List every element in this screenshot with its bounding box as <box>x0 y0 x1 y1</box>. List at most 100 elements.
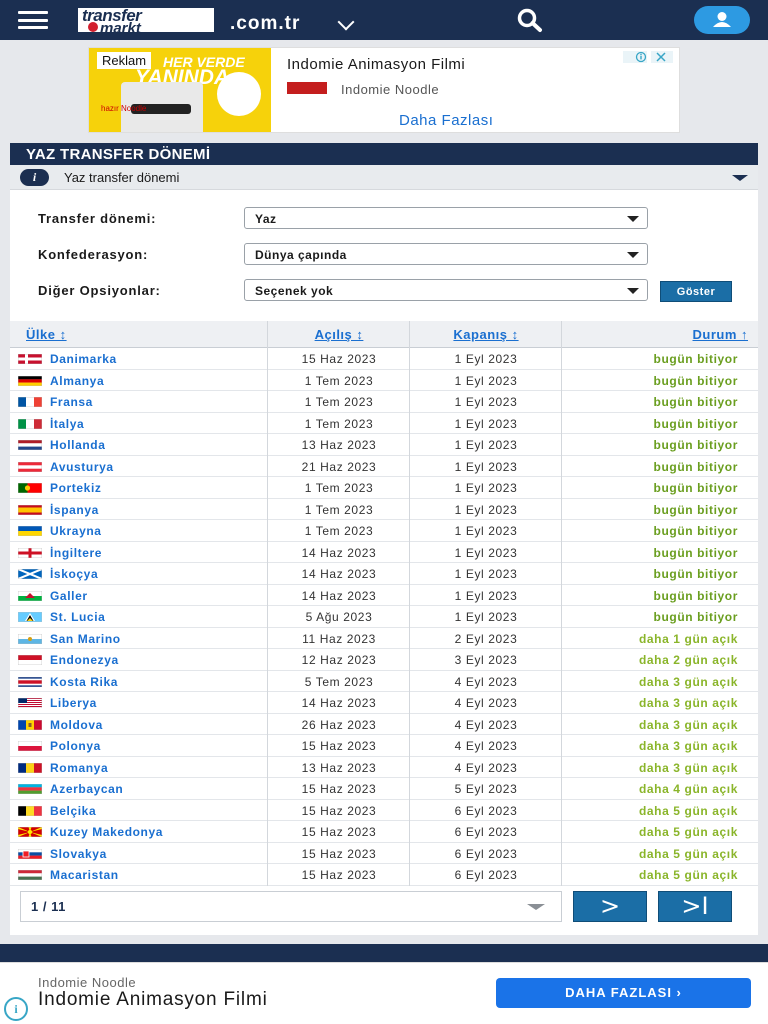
table-row[interactable]: Slovakya 15 Haz 2023 6 Eyl 2023 daha 5 gün … <box>10 843 758 864</box>
closing-date: 1 Eyl 2023 <box>454 588 518 603</box>
bottom-ad-advertiser: Indomie Noodle <box>38 975 137 990</box>
closing-date: 1 Eyl 2023 <box>454 567 518 581</box>
country-link[interactable]: İskoçya <box>50 567 98 581</box>
country-link[interactable]: Romanya <box>50 761 108 775</box>
country-link[interactable]: Azerbaycan <box>50 782 123 796</box>
ad-info-icon[interactable]: i <box>4 997 28 1021</box>
bottom-advertisement[interactable]: i Indomie Noodle Indomie Animasyon Filmi… <box>0 962 768 1024</box>
next-page-button[interactable]: > <box>573 891 647 922</box>
country-link[interactable]: Macaristan <box>50 868 119 882</box>
country-link[interactable]: İtalya <box>50 417 84 431</box>
top-advertisement[interactable]: HER VERDE YANINDA hazır Noodle Reklam In… <box>88 47 680 133</box>
closing-date: 1 Eyl 2023 <box>454 545 518 560</box>
chevron-down-icon[interactable] <box>337 13 355 31</box>
country-link[interactable]: Slovakya <box>50 847 107 861</box>
status-text: bugün bitiyor <box>653 438 738 452</box>
column-header-opening[interactable]: Açılış ↕ <box>268 327 410 342</box>
ad-choices-icon[interactable] <box>623 50 673 63</box>
table-row[interactable]: İtalya 1 Tem 2023 1 Eyl 2023 bugün bitiyor <box>10 413 758 434</box>
options-label: Diğer Opsiyonlar: <box>38 283 161 298</box>
table-row[interactable]: İspanya 1 Tem 2023 1 Eyl 2023 bugün bitiyor <box>10 499 758 520</box>
last-page-button[interactable]: >I <box>658 891 732 922</box>
table-row[interactable]: Macaristan 15 Haz 2023 6 Eyl 2023 daha 5 gü… <box>10 864 758 886</box>
column-header-status[interactable]: Durum ↑ <box>693 327 749 342</box>
country-link[interactable]: Liberya <box>50 696 97 710</box>
country-link[interactable]: Avusturya <box>50 460 114 474</box>
closing-date: 1 Eyl 2023 <box>454 481 518 495</box>
column-header-country[interactable]: Ülke ↕ <box>26 327 67 342</box>
collapse-caret-icon[interactable] <box>732 175 748 181</box>
table-row[interactable]: Polonya 15 Haz 2023 4 Eyl 2023 daha 3 gün a… <box>10 735 758 757</box>
closing-date: 2 Eyl 2023 <box>454 631 518 646</box>
table-row[interactable]: Kuzey Makedonya 15 Haz 2023 6 Eyl 2023 daha… <box>10 821 758 843</box>
ad-cta-link[interactable]: Daha Fazlası <box>399 112 493 129</box>
country-link[interactable]: Fransa <box>50 395 93 409</box>
country-link[interactable]: İspanya <box>50 503 99 517</box>
ad-image[interactable]: HER VERDE YANINDA hazır Noodle Reklam <box>89 48 271 132</box>
domain-selector-label[interactable]: .com.tr <box>230 13 300 35</box>
status-text: bugün bitiyor <box>653 416 738 431</box>
country-link[interactable]: İngiltere <box>50 546 102 560</box>
closing-date: 1 Eyl 2023 <box>454 610 518 624</box>
table-row[interactable]: Endonezya 12 Haz 2023 3 Eyl 2023 daha 2 gün… <box>10 649 758 671</box>
flag-fr-icon <box>18 397 42 407</box>
country-link[interactable]: Polonya <box>50 739 101 753</box>
country-link[interactable]: Ukrayna <box>50 524 102 538</box>
table-row[interactable]: Hollanda 13 Haz 2023 1 Eyl 2023 bugün bitiy… <box>10 434 758 456</box>
confederation-select[interactable]: Dünya çapında <box>244 243 648 265</box>
table-row[interactable]: Danimarka 15 Haz 2023 1 Eyl 2023 bugün biti… <box>10 348 758 370</box>
table-row[interactable]: Galler 14 Haz 2023 1 Eyl 2023 bugün bitiyor <box>10 585 758 606</box>
table-row[interactable]: Fransa 1 Tem 2023 1 Eyl 2023 bugün bitiyor <box>10 391 758 413</box>
options-select-value: Seçenek yok <box>255 284 334 298</box>
table-row[interactable]: Almanya 1 Tem 2023 1 Eyl 2023 bugün bitiyor <box>10 370 758 391</box>
table-row[interactable]: İskoçya 14 Haz 2023 1 Eyl 2023 bugün bitiyo… <box>10 563 758 585</box>
table-row[interactable]: İngiltere 14 Haz 2023 1 Eyl 2023 bugün biti… <box>10 542 758 563</box>
ad-headline[interactable]: Indomie Animasyon Filmi <box>287 56 465 73</box>
country-link[interactable]: Danimarka <box>50 352 117 366</box>
opening-date: 15 Haz 2023 <box>301 803 377 818</box>
bottom-ad-cta-button[interactable]: DAHA FAZLASI › <box>496 978 751 1008</box>
country-link[interactable]: Portekiz <box>50 481 101 495</box>
show-button[interactable]: Göster <box>660 281 732 302</box>
closing-date: 1 Eyl 2023 <box>454 459 518 474</box>
table-row[interactable]: Ukrayna 1 Tem 2023 1 Eyl 2023 bugün bitiyor <box>10 520 758 542</box>
country-link[interactable]: St. Lucia <box>50 610 105 624</box>
table-row[interactable]: Belçika 15 Haz 2023 6 Eyl 2023 daha 5 gün a… <box>10 800 758 821</box>
table-row[interactable]: Kosta Rika 5 Tem 2023 4 Eyl 2023 daha 3 gün… <box>10 671 758 692</box>
table-row[interactable]: St. Lucia 5 Ağu 2023 1 Eyl 2023 bugün bitiy… <box>10 606 758 628</box>
country-link[interactable]: San Marino <box>50 632 121 646</box>
country-link[interactable]: Almanya <box>50 374 104 388</box>
logo-text-bottom: markt <box>100 20 141 37</box>
table-row[interactable]: Liberya 14 Haz 2023 4 Eyl 2023 daha 3 gün a… <box>10 692 758 714</box>
column-header-closing[interactable]: Kapanış ↕ <box>410 327 562 342</box>
hamburger-menu-icon[interactable] <box>18 11 48 29</box>
table-row[interactable]: San Marino 11 Haz 2023 2 Eyl 2023 daha 1 gü… <box>10 628 758 649</box>
country-link[interactable]: Kuzey Makedonya <box>50 825 163 839</box>
info-icon: i <box>20 169 49 186</box>
table-row[interactable]: Moldova 26 Haz 2023 4 Eyl 2023 daha 3 gün a… <box>10 714 758 735</box>
table-row[interactable]: Azerbaycan 15 Haz 2023 5 Eyl 2023 daha 4 gü… <box>10 778 758 800</box>
transfermarkt-logo[interactable]: transfer markt <box>76 6 216 37</box>
status-text: bugün bitiyor <box>653 610 738 624</box>
ad-advertiser[interactable]: Indomie Noodle <box>341 82 439 97</box>
country-link[interactable]: Kosta Rika <box>50 675 118 689</box>
period-select[interactable]: Yaz <box>244 207 648 229</box>
country-link[interactable]: Belçika <box>50 804 96 818</box>
bottom-ad-headline[interactable]: Indomie Animasyon Filmi <box>38 989 268 1011</box>
status-text: daha 3 gün açık <box>638 760 738 775</box>
country-link[interactable]: Hollanda <box>50 438 105 452</box>
table-row[interactable]: Avusturya 21 Haz 2023 1 Eyl 2023 bugün biti… <box>10 456 758 477</box>
country-link[interactable]: Endonezya <box>50 653 119 667</box>
country-link[interactable]: Moldova <box>50 718 103 732</box>
section-subheader[interactable]: i Yaz transfer dönemi <box>10 165 758 190</box>
table-row[interactable]: Portekiz 1 Tem 2023 1 Eyl 2023 bugün bitiyo… <box>10 477 758 499</box>
search-icon[interactable] <box>510 7 550 33</box>
country-link[interactable]: Galler <box>50 589 88 603</box>
status-text: daha 5 gün açık <box>638 846 738 861</box>
opening-date: 14 Haz 2023 <box>301 696 377 710</box>
status-text: daha 1 gün açık <box>638 631 738 646</box>
options-select[interactable]: Seçenek yok <box>244 279 648 301</box>
page-select[interactable]: 1 / 11 <box>20 891 562 922</box>
table-row[interactable]: Romanya 13 Haz 2023 4 Eyl 2023 daha 3 gün a… <box>10 757 758 778</box>
user-account-button[interactable] <box>694 6 750 34</box>
